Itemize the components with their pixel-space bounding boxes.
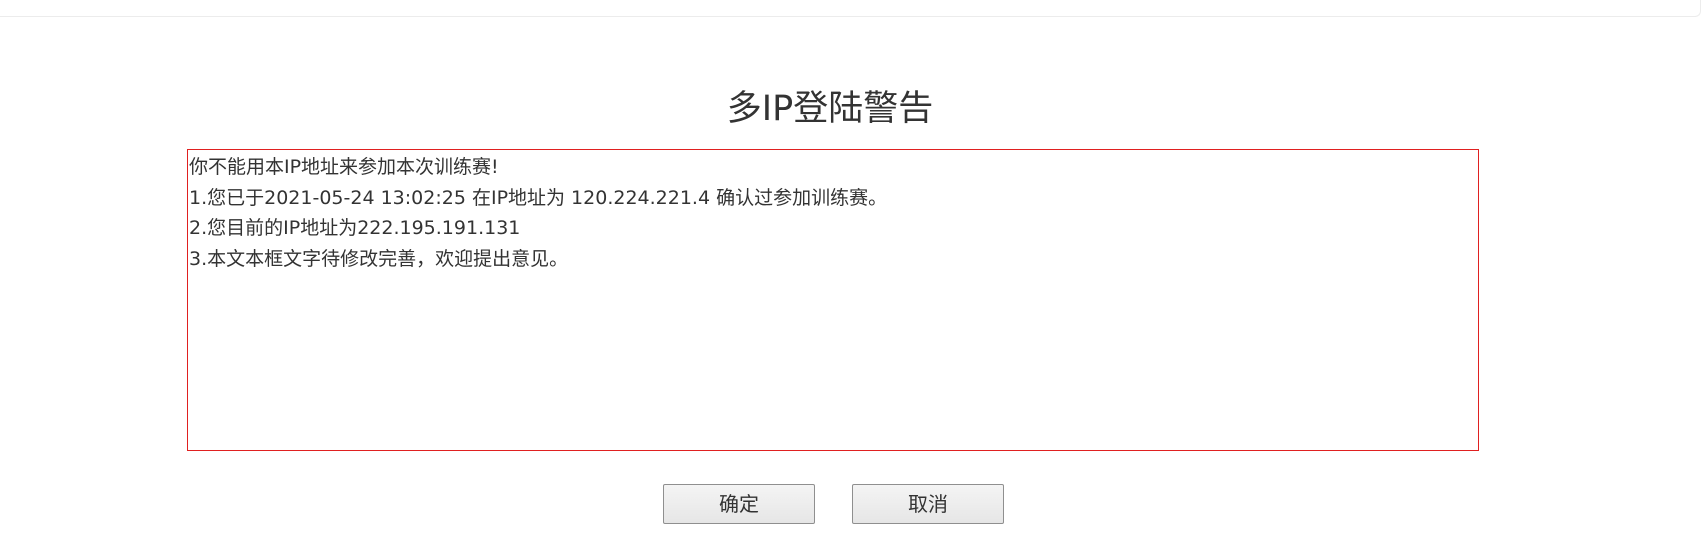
page: 多IP登陆警告 你不能用本IP地址来参加本次训练赛! 1.您已于2021-05-… [0,0,1706,537]
message-line: 1.您已于2021-05-24 13:02:25 在IP地址为 120.224.… [189,186,888,209]
page-title: 多IP登陆警告 [726,89,934,129]
cancel-button[interactable]: 取消 [852,484,1004,524]
confirm-button[interactable]: 确定 [663,484,815,524]
message-line: 3.本文本框文字待修改完善，欢迎提出意见。 [189,247,569,270]
top-bar [0,0,1701,17]
message-line: 你不能用本IP地址来参加本次训练赛! [189,156,499,178]
message-textarea[interactable]: 你不能用本IP地址来参加本次训练赛! 1.您已于2021-05-24 13:02… [187,149,1479,451]
message-line: 2.您目前的IP地址为222.195.191.131 [189,217,521,239]
